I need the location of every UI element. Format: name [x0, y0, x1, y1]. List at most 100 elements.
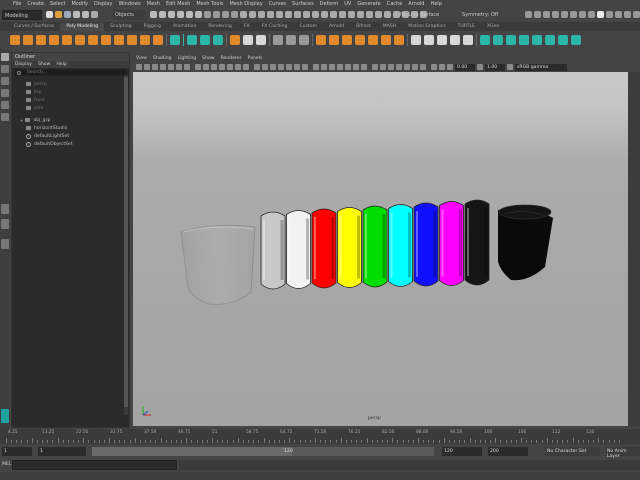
menu-file[interactable]: File [10, 1, 24, 7]
snap-curve-icon[interactable] [159, 11, 166, 18]
command-input[interactable] [12, 460, 177, 470]
undo-icon[interactable] [73, 11, 80, 18]
planar-map-icon[interactable] [493, 35, 503, 45]
selection-mode-select[interactable]: Objects [113, 10, 145, 20]
xray-icon[interactable] [294, 11, 301, 18]
color-ring[interactable] [388, 204, 413, 287]
layout-four-icon[interactable] [1, 219, 9, 229]
viewport-tool-icon[interactable] [388, 64, 394, 70]
outliner-menu-display[interactable]: Display [15, 62, 32, 67]
viewport-tool-icon[interactable] [176, 64, 182, 70]
tab-poly-modeling[interactable]: Poly Modeling [60, 23, 105, 31]
user-icon[interactable] [624, 11, 631, 18]
viewport-menu-renderer[interactable]: Renderer [221, 56, 242, 61]
construction-icon[interactable] [231, 11, 238, 18]
new-scene-icon[interactable] [46, 11, 53, 18]
viewport-tool-icon[interactable] [420, 64, 426, 70]
chain-icon-5[interactable] [366, 11, 373, 18]
tab-custom[interactable]: Custom [293, 23, 323, 31]
viewport-menu-show[interactable]: Show [202, 56, 214, 61]
viewport-tool-icon[interactable] [380, 64, 386, 70]
render-icon[interactable] [525, 11, 532, 18]
hypershade-icon[interactable] [267, 11, 274, 18]
selection-mask-icon[interactable] [91, 11, 98, 18]
merge-icon[interactable] [381, 35, 391, 45]
boolean-icon[interactable] [200, 35, 210, 45]
viewport-tool-icon[interactable] [184, 64, 190, 70]
color-management-icon[interactable] [507, 64, 513, 70]
tab-rendering[interactable]: Rendering [202, 23, 237, 31]
viewport-tool-icon[interactable] [235, 64, 241, 70]
viewport-tool-icon[interactable] [361, 64, 367, 70]
panel-icon[interactable] [570, 11, 577, 18]
ipr-render-icon[interactable] [534, 11, 541, 18]
modeling-toolkit-icon[interactable] [615, 11, 622, 18]
expand-icon[interactable]: + [20, 118, 23, 123]
menu-cache[interactable]: Cache [384, 1, 406, 7]
outliner-item[interactable]: top [26, 88, 129, 96]
viewport-tool-icon[interactable] [337, 64, 343, 70]
open-scene-icon[interactable] [55, 11, 62, 18]
gamma-icon[interactable] [477, 64, 483, 70]
range-bar-handle[interactable] [92, 447, 292, 456]
viewport-tool-icon[interactable] [447, 64, 453, 70]
viewport-tool-icon[interactable] [294, 64, 300, 70]
outliner-menu-help[interactable]: Help [56, 62, 66, 67]
viewport-tool-icon[interactable] [313, 64, 319, 70]
playback-start-field[interactable]: 1 [38, 447, 86, 456]
viewport-tool-icon[interactable] [412, 64, 418, 70]
menu-generate[interactable]: Generate [354, 1, 383, 7]
poly-helix-icon[interactable] [153, 35, 163, 45]
save-scene-icon[interactable] [64, 11, 71, 18]
tab-motion-graphics[interactable]: Motion Graphics [402, 23, 451, 31]
viewport-menu-panels[interactable]: Panels [248, 56, 263, 61]
text-icon[interactable] [243, 35, 253, 45]
color-ring[interactable] [311, 208, 337, 289]
poly-cylinder-icon[interactable] [36, 35, 46, 45]
quad-draw-icon[interactable] [394, 35, 404, 45]
viewport-tool-icon[interactable] [302, 64, 308, 70]
playback-end-field[interactable]: 120 [442, 447, 482, 456]
glass-cup[interactable] [180, 224, 256, 305]
viewport-tool-icon[interactable] [219, 64, 225, 70]
chain-icon-3[interactable] [348, 11, 355, 18]
contour-map-icon[interactable] [558, 35, 568, 45]
viewport-tool-icon[interactable] [152, 64, 158, 70]
viewport-tool-icon[interactable] [329, 64, 335, 70]
delete-history-icon[interactable] [299, 35, 309, 45]
viewport-tool-icon[interactable] [404, 64, 410, 70]
paint-select-icon[interactable] [1, 77, 9, 85]
color-ring[interactable] [464, 199, 490, 286]
viewport-persp[interactable] [133, 72, 628, 426]
chain-icon[interactable] [330, 11, 337, 18]
viewport-tool-icon[interactable] [243, 64, 249, 70]
lasso-tool-icon[interactable] [1, 65, 9, 73]
viewport-tool-icon[interactable] [144, 64, 150, 70]
outliner-item[interactable]: side [26, 104, 129, 112]
viewport-tool-icon[interactable] [136, 64, 142, 70]
target-weld-icon[interactable] [424, 35, 434, 45]
append-icon[interactable] [368, 35, 378, 45]
scale-tool-icon[interactable] [1, 113, 9, 121]
viewport-menu-shading[interactable]: Shading [153, 56, 172, 61]
viewport-tool-icon[interactable] [203, 64, 209, 70]
menu-mesh-tools[interactable]: Mesh Tools [193, 1, 226, 7]
outliner-toggle-icon[interactable] [579, 11, 586, 18]
poly-torus-icon[interactable] [62, 35, 72, 45]
output-icon[interactable] [222, 11, 229, 18]
menu-uv[interactable]: UV [341, 1, 354, 7]
connect-icon[interactable] [437, 35, 447, 45]
offset-loop-icon[interactable] [463, 35, 473, 45]
gamma-field[interactable]: 1.00 [485, 63, 505, 71]
character-set-select[interactable]: No Character Set [545, 447, 600, 456]
menu-help[interactable]: Help [427, 1, 444, 7]
extrude-icon[interactable] [316, 35, 326, 45]
poly-plane-icon[interactable] [75, 35, 85, 45]
render-settings-icon[interactable] [543, 11, 550, 18]
viewport-tool-icon[interactable] [254, 64, 260, 70]
menu-windows[interactable]: Windows [115, 1, 143, 7]
center-pivot-icon[interactable] [273, 35, 283, 45]
viewport-menu-lighting[interactable]: Lighting [178, 56, 197, 61]
svg-icon[interactable] [256, 35, 266, 45]
outliner-item[interactable]: defaultObjectSet [26, 140, 129, 148]
